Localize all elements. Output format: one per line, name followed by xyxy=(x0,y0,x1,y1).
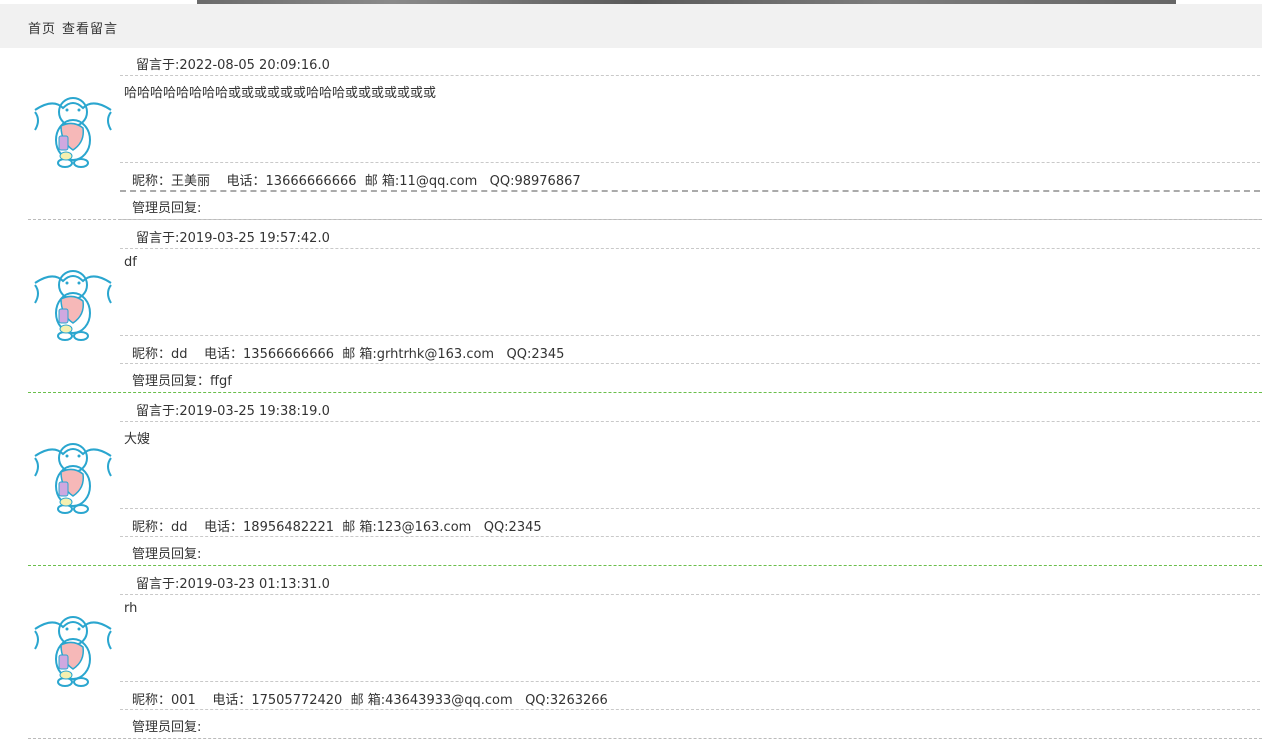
message-date-row: 留言于:2019-03-23 01:13:31.0 xyxy=(120,567,1260,595)
entry-separator xyxy=(28,219,1262,220)
message-info-row: 昵称：dd 电话：18956482221 邮 箱:123@163.com QQ:… xyxy=(120,509,1260,536)
admin-reply: 管理员回复: xyxy=(132,201,202,216)
message-content-row: rh xyxy=(120,595,1260,682)
admin-reply: 管理员回复: xyxy=(132,547,202,562)
avatar-baby-icon xyxy=(34,97,112,168)
message-content: 大嫂 xyxy=(124,432,151,447)
message-date: 留言于:2019-03-25 19:57:42.0 xyxy=(136,231,330,246)
message-info: 昵称：王美丽 电话：13666666666 邮 箱:11@qq.com QQ:9… xyxy=(132,174,581,189)
nav-view-messages-link[interactable]: 查看留言 xyxy=(62,18,118,37)
message-entry: 留言于:2019-03-23 01:13:31.0 rh 昵称：001 电话：1… xyxy=(0,567,1262,739)
avatar-baby-icon xyxy=(34,616,112,687)
message-date: 留言于:2019-03-23 01:13:31.0 xyxy=(136,577,330,592)
message-entry: 留言于:2019-03-25 19:38:19.0 大嫂 昵称：dd 电话：18… xyxy=(0,394,1262,566)
message-info: 昵称：dd 电话：13566666666 邮 箱:grhtrhk@163.com… xyxy=(132,347,565,362)
entry-separator xyxy=(28,738,1262,739)
message-info: 昵称：dd 电话：18956482221 邮 箱:123@163.com QQ:… xyxy=(132,520,542,535)
message-content-row: 大嫂 xyxy=(120,422,1260,509)
message-content: df xyxy=(124,255,137,270)
message-content: 哈哈哈哈哈哈哈哈或或或或或或哈哈哈或或或或或或或 xyxy=(124,86,437,101)
message-info: 昵称：001 电话：17505772420 邮 箱:43643933@qq.co… xyxy=(132,693,608,708)
admin-reply-row: 管理员回复：ffgf xyxy=(120,364,1260,392)
message-date: 留言于:2019-03-25 19:38:19.0 xyxy=(136,404,330,419)
message-info-row: 昵称：王美丽 电话：13666666666 邮 箱:11@qq.com QQ:9… xyxy=(120,163,1260,190)
entry-separator xyxy=(28,392,1262,393)
admin-reply-row: 管理员回复: xyxy=(120,710,1260,738)
entry-separator xyxy=(28,565,1262,566)
admin-reply: 管理员回复: xyxy=(132,720,202,735)
admin-reply: 管理员回复：ffgf xyxy=(132,374,232,389)
message-entry: 留言于:2019-03-25 19:57:42.0 df 昵称：dd 电话：13… xyxy=(0,221,1262,393)
message-date-row: 留言于:2022-08-05 20:09:16.0 xyxy=(120,48,1260,76)
nav-home-link[interactable]: 首页 xyxy=(28,18,56,37)
message-date: 留言于:2022-08-05 20:09:16.0 xyxy=(136,58,330,73)
avatar-baby-icon xyxy=(34,443,112,514)
message-content: rh xyxy=(124,601,138,616)
top-nav: 首页 查看留言 xyxy=(0,4,1262,48)
message-content-row: 哈哈哈哈哈哈哈哈或或或或或或哈哈哈或或或或或或或 xyxy=(120,76,1260,163)
message-entry: 留言于:2022-08-05 20:09:16.0 哈哈哈哈哈哈哈哈或或或或或或… xyxy=(0,48,1262,220)
admin-reply-row: 管理员回复: xyxy=(120,191,1260,220)
message-content-row: df xyxy=(120,249,1260,336)
message-info-row: 昵称：dd 电话：13566666666 邮 箱:grhtrhk@163.com… xyxy=(120,336,1260,363)
message-info-row: 昵称：001 电话：17505772420 邮 箱:43643933@qq.co… xyxy=(120,682,1260,709)
message-date-row: 留言于:2019-03-25 19:57:42.0 xyxy=(120,221,1260,249)
admin-reply-row: 管理员回复: xyxy=(120,537,1260,565)
message-date-row: 留言于:2019-03-25 19:38:19.0 xyxy=(120,394,1260,422)
avatar-baby-icon xyxy=(34,270,112,341)
